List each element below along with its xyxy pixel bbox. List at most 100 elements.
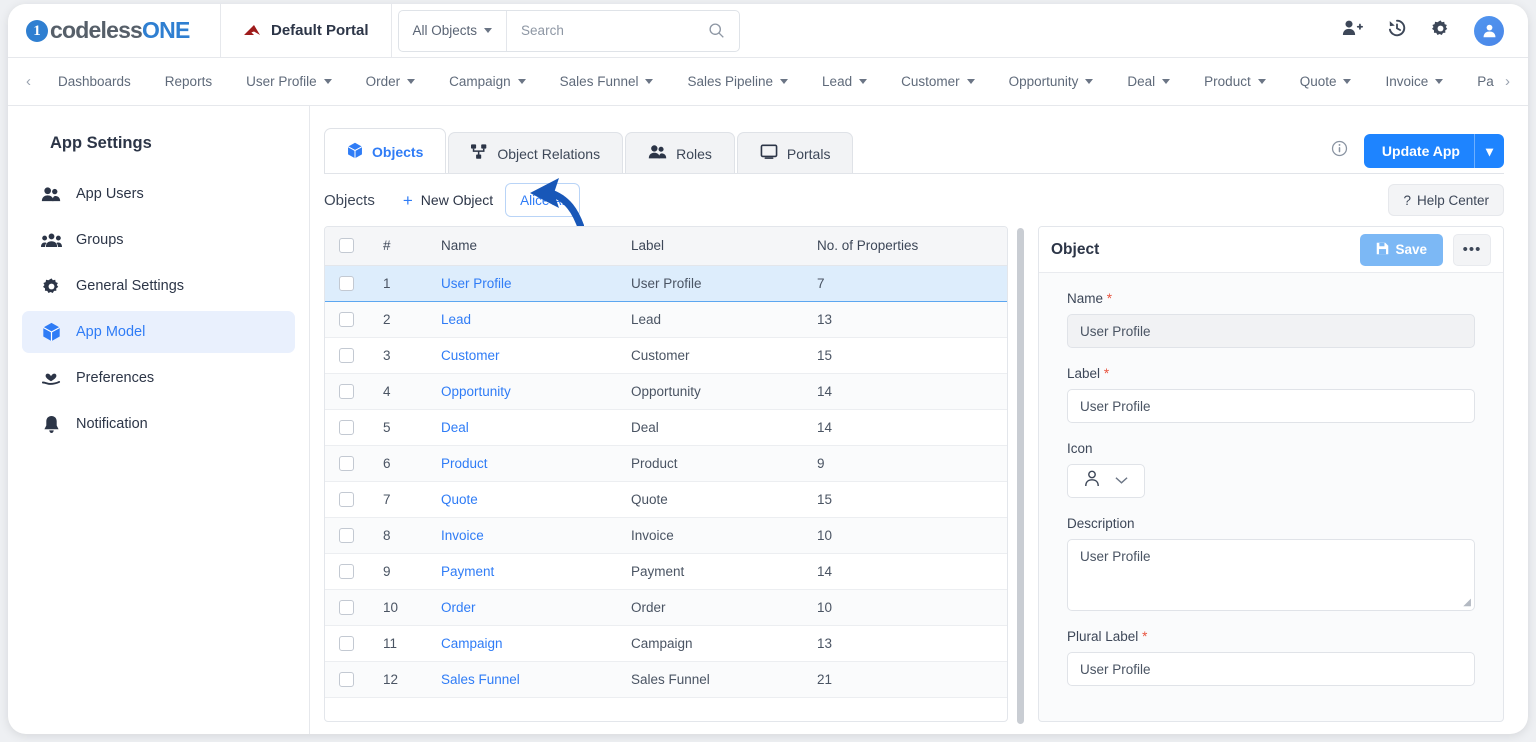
nav-scroll-right-icon[interactable]: › [1495, 73, 1520, 90]
table-row[interactable]: 11 Campaign Campaign 13 [325, 625, 1007, 662]
row-name-link[interactable]: User Profile [431, 264, 621, 302]
row-checkbox[interactable] [339, 383, 354, 399]
more-options-button[interactable]: ••• [1453, 233, 1491, 266]
table-row[interactable]: 9 Payment Payment 14 [325, 553, 1007, 590]
nav-item-reports[interactable]: Reports [148, 74, 229, 89]
row-checkbox[interactable] [339, 635, 354, 651]
row-checkbox-cell[interactable] [325, 517, 373, 554]
row-name-link[interactable]: Order [431, 589, 621, 626]
row-name-link[interactable]: Campaign [431, 625, 621, 662]
table-row[interactable]: 10 Order Order 10 [325, 589, 1007, 626]
new-object-button[interactable]: + New Object [403, 192, 493, 209]
nav-item-sales-pipeline[interactable]: Sales Pipeline [670, 74, 805, 89]
row-checkbox-cell[interactable] [325, 661, 373, 698]
row-name-link[interactable]: Deal [431, 409, 621, 446]
row-checkbox[interactable] [339, 563, 354, 579]
search-icon[interactable] [708, 22, 739, 39]
row-checkbox-cell[interactable] [325, 625, 373, 662]
tab-portals[interactable]: Portals [736, 132, 854, 174]
search-input[interactable]: Search [507, 23, 707, 38]
row-name-link[interactable]: Sales Funnel [431, 661, 621, 698]
nav-item-opportunity[interactable]: Opportunity [992, 74, 1111, 89]
table-row[interactable]: 4 Opportunity Opportunity 14 [325, 373, 1007, 410]
row-name-link[interactable]: Invoice [431, 517, 621, 554]
nav-item-sales-funnel[interactable]: Sales Funnel [543, 74, 671, 89]
resize-handle-icon[interactable]: ◢ [1463, 597, 1471, 608]
sidebar-item-groups[interactable]: Groups [22, 219, 295, 261]
row-name-link[interactable]: Lead [431, 301, 621, 338]
search-scope-select[interactable]: All Objects [399, 10, 508, 51]
nav-item-user-profile[interactable]: User Profile [229, 74, 349, 89]
name-field[interactable]: User Profile [1067, 314, 1475, 348]
row-name-link[interactable]: Product [431, 445, 621, 482]
nav-item-order[interactable]: Order [349, 74, 433, 89]
row-checkbox[interactable] [339, 455, 354, 471]
row-checkbox[interactable] [339, 275, 354, 291]
label-field[interactable]: User Profile [1067, 389, 1475, 423]
row-name-link[interactable]: Quote [431, 481, 621, 518]
description-field[interactable]: User Profile ◢ [1067, 539, 1475, 611]
row-checkbox[interactable] [339, 347, 354, 363]
row-name-link[interactable]: Customer [431, 337, 621, 374]
update-app-button[interactable]: Update App ▾ [1363, 134, 1504, 168]
row-checkbox-cell[interactable] [325, 409, 373, 446]
row-checkbox-cell[interactable] [325, 481, 373, 518]
column-select-all[interactable] [325, 227, 373, 266]
table-row[interactable]: 8 Invoice Invoice 10 [325, 517, 1007, 554]
add-user-icon[interactable] [1342, 19, 1363, 42]
row-checkbox[interactable] [339, 419, 354, 435]
row-checkbox-cell[interactable] [325, 553, 373, 590]
row-checkbox-cell[interactable] [325, 373, 373, 410]
nav-scroll-left-icon[interactable]: ‹ [16, 73, 41, 90]
tab-objects[interactable]: Objects [324, 128, 447, 174]
help-center-button[interactable]: ? Help Center [1388, 184, 1504, 216]
nav-item-dashboards[interactable]: Dashboards [41, 74, 148, 89]
row-name-link[interactable]: Opportunity [431, 373, 621, 410]
tab-roles[interactable]: Roles [625, 132, 735, 174]
user-avatar-icon[interactable] [1474, 15, 1504, 46]
table-row[interactable]: 6 Product Product 9 [325, 445, 1007, 482]
app-logo[interactable]: 1 codelessONE [8, 17, 220, 44]
sidebar-item-general-settings[interactable]: General Settings [22, 265, 295, 307]
nav-item-product[interactable]: Product [1187, 74, 1283, 89]
row-checkbox[interactable] [339, 671, 354, 687]
row-checkbox-cell[interactable] [325, 264, 373, 302]
row-checkbox[interactable] [339, 491, 354, 507]
info-icon[interactable] [1331, 140, 1348, 162]
nav-item-payment-truncated[interactable]: Pa [1460, 74, 1494, 89]
nav-item-quote[interactable]: Quote [1283, 74, 1369, 89]
table-row[interactable]: 3 Customer Customer 15 [325, 337, 1007, 374]
table-row[interactable]: 5 Deal Deal 14 [325, 409, 1007, 446]
nav-item-customer[interactable]: Customer [884, 74, 992, 89]
row-checkbox-cell[interactable] [325, 337, 373, 374]
row-checkbox-cell[interactable] [325, 589, 373, 626]
sidebar-item-preferences[interactable]: Preferences [22, 357, 295, 399]
history-icon[interactable] [1387, 18, 1407, 43]
update-app-dropdown-caret-icon[interactable]: ▾ [1475, 143, 1504, 160]
table-row[interactable]: 12 Sales Funnel Sales Funnel 21 [325, 661, 1007, 698]
sidebar-item-app-model[interactable]: App Model [22, 311, 295, 353]
row-name-link[interactable]: Payment [431, 553, 621, 590]
table-row[interactable]: 1 User Profile User Profile 7 [325, 264, 1007, 302]
gear-icon[interactable] [1431, 19, 1450, 43]
table-vertical-scrollbar[interactable] [1017, 228, 1024, 724]
table-row[interactable]: 2 Lead Lead 13 [325, 301, 1007, 338]
row-checkbox-cell[interactable] [325, 445, 373, 482]
row-checkbox[interactable] [339, 311, 354, 327]
row-checkbox-cell[interactable] [325, 301, 373, 338]
icon-select[interactable] [1067, 464, 1145, 498]
row-checkbox[interactable] [339, 527, 354, 543]
select-all-checkbox[interactable] [339, 238, 354, 254]
plural-label-field[interactable]: User Profile [1067, 652, 1475, 686]
table-row[interactable]: 7 Quote Quote 15 [325, 481, 1007, 518]
row-checkbox[interactable] [339, 599, 354, 615]
alice-ai-button[interactable]: Alice AI [505, 183, 581, 217]
nav-item-deal[interactable]: Deal [1110, 74, 1187, 89]
save-button[interactable]: Save [1360, 233, 1443, 266]
nav-item-lead[interactable]: Lead [805, 74, 884, 89]
tab-object-relations[interactable]: Object Relations [448, 132, 624, 174]
nav-item-invoice[interactable]: Invoice [1368, 74, 1460, 89]
sidebar-item-notification[interactable]: Notification [22, 403, 295, 445]
nav-item-campaign[interactable]: Campaign [432, 74, 543, 89]
portal-selector[interactable]: Default Portal [221, 4, 391, 58]
